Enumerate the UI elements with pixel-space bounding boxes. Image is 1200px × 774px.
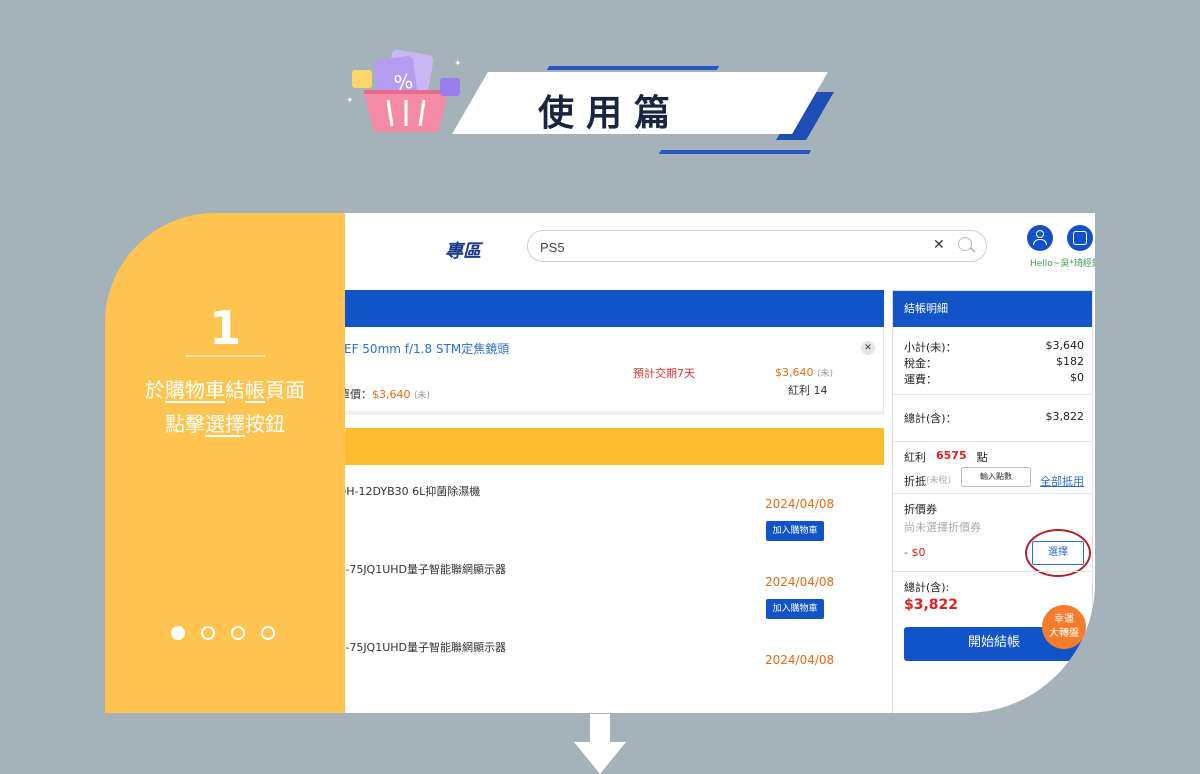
divider: [893, 493, 1092, 494]
total-row: 總計(含)： $3,822: [904, 410, 1084, 425]
highlight-ring: [1025, 529, 1091, 577]
account-icon[interactable]: [1027, 225, 1053, 251]
remove-item-icon[interactable]: ✕: [861, 341, 875, 355]
screenshot-area: 專區 ✕ 1 Hello~吳*琦經銷夥伴您好！ EF 50mm f/1.8 ST…: [315, 213, 1095, 713]
list-item: 聯 HDH-12DYB30 6L抑菌除濕機 2024/04/08 加入購物車: [315, 475, 884, 553]
banner-title: 使用篇: [538, 93, 683, 134]
orders-icon[interactable]: [1067, 225, 1093, 251]
list-item: 寸 AG-75JQ1UHD量子智能聯網顯示器 2024/04/08: [315, 631, 884, 709]
arrow-down-icon: [574, 714, 626, 774]
item-bonus: 紅利 14: [788, 384, 828, 397]
subtotal-row: 小計(未)： $3,640: [904, 339, 1084, 354]
grand-total: $3,822: [904, 597, 959, 613]
shipping-row: 運費： $0: [904, 371, 1084, 386]
svg-text:✦: ✦: [454, 59, 462, 69]
delivery-estimate: 預計交期7天: [633, 367, 695, 380]
clear-icon[interactable]: ✕: [933, 237, 945, 253]
item-price: $3,640 (未): [775, 366, 834, 379]
product-name-link[interactable]: EF 50mm f/1.8 STM定焦鏡頭: [344, 340, 509, 357]
divider: [893, 394, 1092, 395]
cart-section-header: [315, 290, 884, 327]
tutorial-panel: 專區 ✕ 1 Hello~吳*琦經銷夥伴您好！ EF 50mm f/1.8 ST…: [105, 213, 1095, 713]
carousel-dot[interactable]: [231, 626, 245, 640]
carousel-dot[interactable]: [171, 626, 185, 640]
greeting-text: Hello~吳*琦經銷夥伴您好！: [1030, 259, 1095, 269]
banner-stripe: [658, 150, 812, 154]
checkout-header: 結帳明細: [893, 291, 1092, 327]
svg-text:✦: ✦: [346, 96, 354, 106]
coupon-label: 折價券: [904, 503, 937, 516]
add-to-cart-button[interactable]: 加入購物車: [766, 521, 824, 541]
use-all-points-link[interactable]: 全部抵用: [1040, 473, 1084, 489]
step-card: 1 於購物車結帳頁面 點擊選擇按鈕: [105, 213, 345, 713]
step-number: 1: [208, 301, 241, 355]
tracked-section-header: [315, 428, 884, 465]
lucky-wheel-button[interactable]: 幸運 大轉盤: [1042, 605, 1086, 649]
divider: [893, 441, 1092, 442]
divider: [893, 571, 1092, 572]
cart-item: EF 50mm f/1.8 STM定焦鏡頭 ✕ 預計交期7天 $3,640 (未…: [315, 327, 884, 415]
brand-title: 專區: [445, 241, 481, 262]
divider: [185, 355, 265, 357]
carousel-dots: [171, 626, 275, 640]
unit-price: 單價：$3,640 (未): [339, 388, 431, 401]
search-input[interactable]: [540, 237, 920, 257]
tracked-date: 2024/04/08: [765, 653, 835, 667]
bonus-row: 紅利 6575 點: [904, 449, 988, 464]
tracked-date: 2024/04/08: [765, 575, 835, 589]
search-icon[interactable]: [958, 237, 972, 251]
carousel-dot[interactable]: [261, 626, 275, 640]
banner-stripe: [546, 66, 720, 70]
shopping-basket-voucher-icon: % ✦ ✦: [346, 49, 462, 132]
search-bar[interactable]: ✕: [527, 230, 987, 262]
add-to-cart-button[interactable]: 加入購物車: [766, 599, 824, 619]
shop-page: 專區 ✕ 1 Hello~吳*琦經銷夥伴您好！ EF 50mm f/1.8 ST…: [315, 213, 1095, 713]
tracked-date: 2024/04/08: [765, 497, 835, 511]
points-input-button[interactable]: 輸入點數: [961, 467, 1031, 487]
carousel-dot[interactable]: [201, 626, 215, 640]
checkout-summary: 結帳明細 小計(未)： $3,640 稅金： $182 運費： $0 總計(含)： $3…: [892, 290, 1093, 713]
tax-row: 稅金： $182: [904, 355, 1084, 370]
step-description: 於購物車結帳頁面 點擊選擇按鈕: [145, 378, 305, 436]
grand-total-label: 總計(含):: [904, 581, 950, 594]
list-item: 寸 AG-75JQ1UHD量子智能聯網顯示器 2024/04/08 加入購物車: [315, 553, 884, 631]
header-icons: 1: [1027, 225, 1095, 251]
